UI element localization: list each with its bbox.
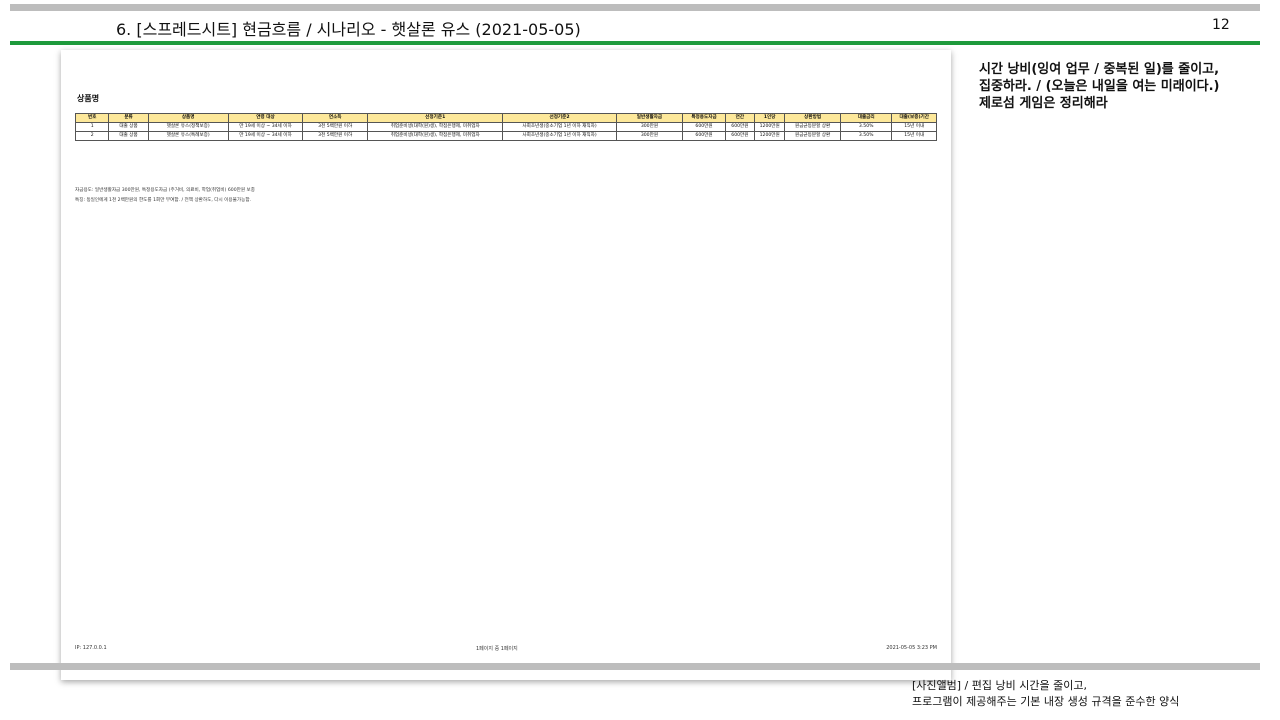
column-header: 대출금리 [839,113,893,123]
table-cell: 600만원 [724,122,756,132]
table-cell: 햇살론 유스(정책보증) [147,122,229,132]
footer-page-count: 1페이지 중 1페이지 [476,646,518,652]
table-cell: 원금균등분할 상환 [784,122,841,132]
table-cell: 3천 5백만원 이하 [302,131,369,141]
table-cell: 취업준비생(대학(원)생), 학점은행제, 미취업자 [367,131,504,141]
table-cell: 600만원 [682,131,726,141]
table-cell: 햇살론 유스(특례보증) [147,131,229,141]
page-number: 12 [1212,17,1230,33]
table-cell: 만 19세 이상 ~ 34세 이하 [227,131,304,141]
table-cell: 1200만원 [754,131,786,141]
column-header: 대출(보증)기간 [891,113,937,123]
document-page: 상품명 번호 분류 상품명 연령 대상 연소득 선정기준1 선정기준2 일반생활… [61,50,951,680]
table-header-row: 번호 분류 상품명 연령 대상 연소득 선정기준1 선정기준2 일반생활자금 특… [74,113,937,123]
side-note-line: 제로섬 게임은 정리해라 [979,96,1108,111]
bottom-divider [10,663,1260,670]
caption-line: 프로그램이 제공해주는 기본 내장 생성 규격을 준수한 양식 [912,695,1180,708]
side-note-line: 시간 낭비(잉여 업무 / 중복된 일)를 줄이고, [979,62,1220,77]
side-note-line: 집중하라. / (오늘은 내일을 여는 미래이다.) [979,79,1220,94]
table-cell: 1200만원 [754,122,786,132]
table-cell: 사회초년생(중소기업 1년 이하 재직자) [502,122,617,132]
table-cell: 3.50% [839,131,893,141]
column-header: 상환방법 [784,113,841,123]
fund-usage-note: 자금용도: 일반생활자금 300만원, 특정용도자금 (주거비, 의료비, 학업… [75,188,255,193]
table-cell: 300만원 [615,131,684,141]
caption-line: [사진앨범] / 편집 낭비 시간을 줄이고, [912,679,1087,692]
table-cell: 15년 이내 [891,131,937,141]
table-cell: 2 [74,131,110,141]
footer-ip: IP: 127.0.0.1 [75,645,107,651]
column-header: 일반생활자금 [615,113,684,123]
column-header: 1인당 [754,113,786,123]
feature-note: 특징: 동일인에게 1천 2백만원의 한도를 1회만 부여함. / 전액 상환하… [75,198,252,203]
table-cell: 1 [74,122,110,132]
column-header: 선정기준2 [502,113,617,123]
column-header: 분류 [108,113,149,123]
column-header: 상품명 [147,113,229,123]
column-header: 연령 대상 [227,113,304,123]
column-header: 연소득 [302,113,369,123]
table-cell: 600만원 [682,122,726,132]
table-cell: 사회초년생(중소기업 1년 이하 재직자) [502,131,617,141]
slide-title: 6. [스프레드시트] 현금흐름 / 시나리오 - 햇살론 유스 (2021-0… [116,20,581,39]
table-cell: 3.50% [839,122,893,132]
table-cell: 300만원 [615,122,684,132]
table-cell: 원금균등분할 상환 [784,131,841,141]
table-row: 1 대출 상품 햇살론 유스(정책보증) 만 19세 이상 ~ 34세 이하 3… [74,122,937,132]
table-cell: 취업준비생(대학(원)생), 학점은행제, 미취업자 [367,122,504,132]
table-cell: 대출 상품 [108,131,149,141]
document-heading: 상품명 [77,94,100,103]
column-header: 연간 [724,113,756,123]
product-table: 번호 분류 상품명 연령 대상 연소득 선정기준1 선정기준2 일반생활자금 특… [74,113,937,141]
table-cell: 3천 5백만원 이하 [302,122,369,132]
table-cell: 대출 상품 [108,122,149,132]
caption: [사진앨범] / 편집 낭비 시간을 줄이고, 프로그램이 제공해주는 기본 내… [912,678,1179,710]
column-header: 특정용도자금 [682,113,726,123]
footer-timestamp: 2021-05-05 3:23 PM [886,645,937,651]
top-divider [10,4,1260,11]
table-row: 2 대출 상품 햇살론 유스(특례보증) 만 19세 이상 ~ 34세 이하 3… [74,131,937,141]
table-cell: 15년 이내 [891,122,937,132]
column-header: 번호 [74,113,110,123]
table-cell: 600만원 [724,131,756,141]
column-header: 선정기준1 [367,113,504,123]
table-cell: 만 19세 이상 ~ 34세 이하 [227,122,304,132]
title-underline [10,41,1260,45]
side-note: 시간 낭비(잉여 업무 / 중복된 일)를 줄이고, 집중하라. / (오늘은 … [979,61,1269,112]
